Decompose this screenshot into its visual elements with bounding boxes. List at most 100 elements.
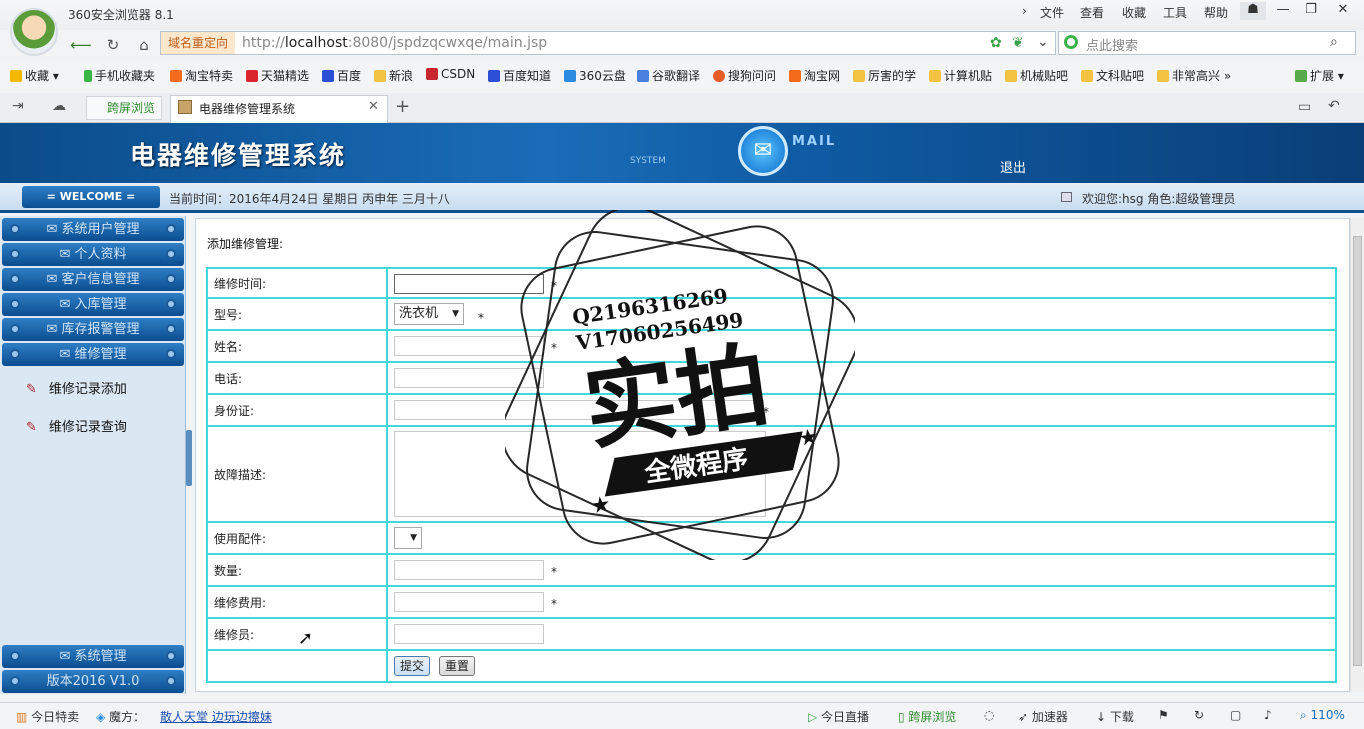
bookmark-baidu[interactable]: 百度 <box>322 67 361 84</box>
sidebar-menu-profile[interactable]: ✉ 个人资料 <box>2 243 184 266</box>
status-download[interactable]: ↓ 下载 <box>1096 708 1134 725</box>
taobao-icon <box>789 70 801 82</box>
status-ad-link[interactable]: 散人天堂 边玩边擦妹 <box>160 708 272 725</box>
status-accelerator[interactable]: ➶ 加速器 <box>1018 708 1068 725</box>
cloud-icon[interactable]: ☁ <box>52 98 66 114</box>
sidebar-item-repair-add[interactable]: ✎ 维修记录添加 <box>26 378 127 397</box>
quantity-input[interactable] <box>394 560 544 580</box>
menu-help[interactable]: 帮助 <box>1204 4 1228 21</box>
bookmark-taobao[interactable]: 淘宝网 <box>789 67 840 84</box>
bookmark-baidu-zhidao[interactable]: 百度知道 <box>488 67 551 84</box>
bookmark-taobao-sale[interactable]: 淘宝特卖 <box>170 67 233 84</box>
translate-icon <box>637 70 649 82</box>
status-refresh-icon[interactable]: ↻ <box>1194 708 1204 722</box>
bookmark-360-cloud[interactable]: 360云盘 <box>564 67 626 84</box>
minimize-icon[interactable]: — <box>1270 2 1296 20</box>
folder-icon <box>374 70 386 82</box>
status-flag-icon[interactable]: ⚑ <box>1158 708 1169 722</box>
chevron-down-icon[interactable]: ⌄ <box>1037 34 1049 50</box>
label-model: 型号: <box>208 299 388 329</box>
undo-close-icon[interactable]: ↶ <box>1328 98 1340 114</box>
close-window-icon[interactable]: ✕ <box>1330 2 1356 20</box>
system-label: SYSTEM <box>630 156 666 166</box>
status-rubik[interactable]: ◈ 魔方： <box>96 708 145 725</box>
sidebar-menu-system[interactable]: ✉ 系统管理 <box>2 645 184 668</box>
redirect-badge[interactable]: 域名重定向 <box>161 32 235 54</box>
menu-tools[interactable]: 工具 <box>1163 4 1187 21</box>
scrollbar-thumb[interactable] <box>1353 236 1362 666</box>
bookmark-tmall[interactable]: 天猫精选 <box>246 67 309 84</box>
tab-cross-screen[interactable]: 跨屏浏览 <box>86 96 162 120</box>
tab-active[interactable]: 电器维修管理系统 <box>170 95 388 123</box>
search-placeholder[interactable]: 点此搜索 <box>1086 35 1138 54</box>
url-text[interactable]: http://localhost:8080/jspdzqcwxqe/main.j… <box>242 35 547 51</box>
bookmark-favorites[interactable]: 收藏 ▾ <box>10 67 59 84</box>
sidebar-toggle-icon[interactable]: ⇥ <box>12 98 24 114</box>
sidebar-menu-system-users[interactable]: ✉ 系统用户管理 <box>2 218 184 241</box>
leaf-icon[interactable]: ❦ <box>1012 35 1024 51</box>
status-today-sale[interactable]: ▥ 今日特卖 <box>16 708 79 725</box>
search-icon[interactable]: ⌕ <box>1330 34 1338 50</box>
search-engine-icon[interactable] <box>1064 35 1078 49</box>
sidebar-version: 版本2016 V1.0 <box>2 670 184 693</box>
sidebar-splitter[interactable] <box>186 430 192 486</box>
mail-icon[interactable]: ✉ <box>738 126 788 176</box>
security-icon[interactable]: ✿ <box>990 35 1002 51</box>
new-tab-icon[interactable]: + <box>395 96 410 117</box>
status-live[interactable]: ▷ 今日直播 <box>808 708 869 725</box>
folder-icon <box>929 70 941 82</box>
logout-link[interactable]: 退出 <box>1000 157 1026 176</box>
sidebar-item-repair-query[interactable]: ✎ 维修记录查询 <box>26 416 127 435</box>
sidebar-menu-stock-alarm[interactable]: ✉ 库存报警管理 <box>2 318 184 341</box>
bookmark-sogou[interactable]: 搜狗问问 <box>713 67 776 84</box>
folder-icon <box>1005 70 1017 82</box>
menu-favorites[interactable]: 收藏 <box>1122 4 1146 21</box>
star-icon: ★ <box>589 492 612 520</box>
sidebar-menu-repair[interactable]: ✉ 维修管理 <box>2 343 184 366</box>
mail-label: MAIL <box>792 134 837 149</box>
status-cross-screen[interactable]: ▯ 跨屏浏览 <box>898 708 956 725</box>
repairman-input[interactable] <box>394 624 544 644</box>
submit-button[interactable]: 提交 <box>394 656 430 676</box>
pencil-icon: ✎ <box>26 382 37 397</box>
close-tab-icon[interactable]: ✕ <box>368 99 379 114</box>
bookmark-google-translate[interactable]: 谷歌翻译 <box>637 67 700 84</box>
bookmark-sina[interactable]: 新浪 <box>374 67 413 84</box>
watermark-stamp: Q2196316269 V17060256499 实拍 全微程序 ★ ★ <box>505 210 855 560</box>
envelope-icon: ✉ <box>46 322 62 337</box>
status-tool-icon[interactable]: ◌ <box>984 708 994 722</box>
bookmark-folder-2[interactable]: 计算机贴 <box>929 67 992 84</box>
reset-button[interactable]: 重置 <box>439 656 475 676</box>
status-zoom[interactable]: ⌕ 110% <box>1300 708 1345 723</box>
model-select[interactable]: 洗衣机 ▼ <box>394 303 464 325</box>
tab-list-icon[interactable]: ▭ <box>1298 99 1311 115</box>
chevron-right-icon[interactable]: › <box>1022 4 1027 18</box>
maximize-icon[interactable]: ❐ <box>1298 2 1324 20</box>
bookmark-folder-4[interactable]: 文科贴吧 <box>1081 67 1144 84</box>
bookmark-folder-3[interactable]: 机械贴吧 <box>1005 67 1068 84</box>
rocket-icon: ➶ <box>1018 710 1032 724</box>
refresh-icon[interactable]: ↻ <box>102 34 124 56</box>
back-icon[interactable]: ⟵ <box>70 34 92 56</box>
home-icon[interactable]: ⌂ <box>133 34 155 56</box>
bookmark-mobile[interactable]: 手机收藏夹 <box>84 67 155 84</box>
status-window-icon[interactable]: ▢ <box>1230 708 1241 722</box>
repair-fee-input[interactable] <box>394 592 544 612</box>
menu-file[interactable]: 文件 <box>1040 4 1064 21</box>
row-repair-fee: 维修费用: * <box>206 587 1337 619</box>
url-scheme: http:// <box>242 35 285 51</box>
bookmark-csdn[interactable]: CSDN <box>426 67 475 81</box>
menu-view[interactable]: 查看 <box>1080 4 1104 21</box>
baidu-icon <box>488 70 500 82</box>
sidebar-menu-customers[interactable]: ✉ 客户信息管理 <box>2 268 184 291</box>
skin-icon[interactable]: ☗ <box>1240 2 1266 20</box>
parts-select[interactable]: ▼ <box>394 527 422 549</box>
bookmark-folder-5[interactable]: 非常高兴 » <box>1157 67 1231 84</box>
sidebar-menu-stock-in[interactable]: ✉ 入库管理 <box>2 293 184 316</box>
envelope-icon: ✉ <box>46 222 62 237</box>
extensions-button[interactable]: 扩展 ▾ <box>1295 67 1344 84</box>
scrollbar[interactable] <box>1350 218 1364 692</box>
label-parts: 使用配件: <box>208 523 388 553</box>
bookmark-folder-1[interactable]: 厉害的学 <box>853 67 916 84</box>
status-sound-icon[interactable]: ♪ <box>1264 708 1272 722</box>
